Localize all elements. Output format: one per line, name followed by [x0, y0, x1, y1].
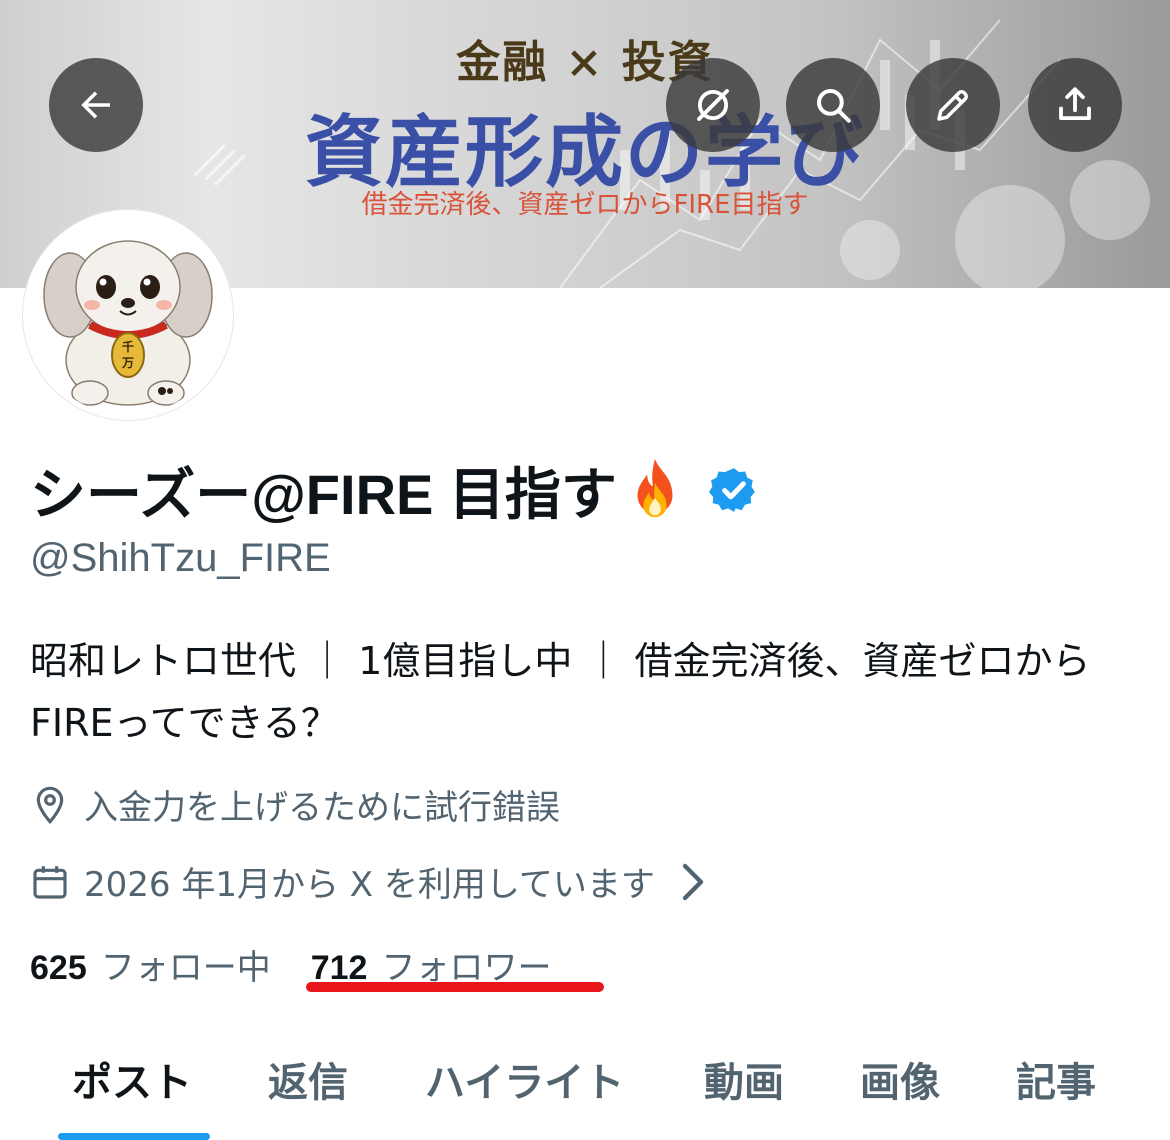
verified-badge-icon[interactable] — [708, 465, 759, 515]
edit-button[interactable] — [906, 58, 1000, 152]
grok-button[interactable] — [666, 58, 760, 152]
display-name-row: シーズー@FIRE 目指す — [30, 450, 759, 530]
banner-top-text: 金融 × 投資 — [456, 37, 714, 88]
tab-images[interactable]: 画像 — [860, 1050, 940, 1108]
search-icon — [816, 88, 851, 123]
location-text: 入金力を上げるために試行錯誤 — [84, 788, 560, 828]
following-label: フォロー中 — [100, 948, 271, 988]
back-arrow-icon — [81, 91, 110, 119]
back-button[interactable] — [49, 58, 143, 152]
tab-replies[interactable]: 返信 — [268, 1050, 348, 1108]
banner-subtitle: 借金完済後、資産ゼロからFIRE目指す — [361, 190, 809, 220]
profile-tabs: ポスト 返信 ハイライト 動画 画像 記事 — [0, 1040, 1170, 1140]
profile-joined-date[interactable]: 2026 年1月から X を利用しています — [30, 857, 727, 906]
share-button[interactable] — [1028, 58, 1122, 152]
joined-text: 2026 年1月から X を利用しています — [84, 865, 655, 905]
tab-articles[interactable]: 記事 — [1016, 1050, 1096, 1108]
grok-icon — [697, 89, 729, 121]
chevron-right-icon — [682, 863, 704, 900]
fire-icon — [637, 458, 673, 518]
followers-annotation-underline — [306, 982, 604, 992]
svg-text:千: 千 — [122, 339, 134, 354]
profile-bio: 昭和レトロ世代 ｜ 1億目指し中 ｜ 借金完済後、資産ゼロからFIREってできる… — [30, 639, 1091, 745]
search-button[interactable] — [786, 58, 880, 152]
profile-handle: @ShihTzu_FIRE — [30, 536, 331, 580]
active-tab-indicator — [58, 1133, 210, 1140]
edit-pencil-icon — [937, 90, 968, 121]
tab-videos[interactable]: 動画 — [704, 1050, 784, 1108]
avatar-shih-tzu-image: 千 万 — [28, 215, 228, 415]
display-name: シーズー@FIRE 目指す — [30, 462, 617, 526]
following-count: 625 — [30, 949, 87, 987]
share-icon — [1059, 87, 1091, 121]
tab-posts[interactable]: ポスト — [72, 1050, 192, 1108]
calendar-icon — [33, 865, 67, 899]
svg-text:万: 万 — [121, 356, 134, 370]
following-link[interactable]: 625 フォロー中 — [30, 940, 271, 989]
avatar[interactable]: 千 万 — [23, 210, 233, 420]
tab-highlights[interactable]: ハイライト — [425, 1050, 624, 1108]
location-pin-icon — [36, 786, 64, 824]
profile-location: 入金力を上げるために試行錯誤 — [30, 780, 560, 829]
